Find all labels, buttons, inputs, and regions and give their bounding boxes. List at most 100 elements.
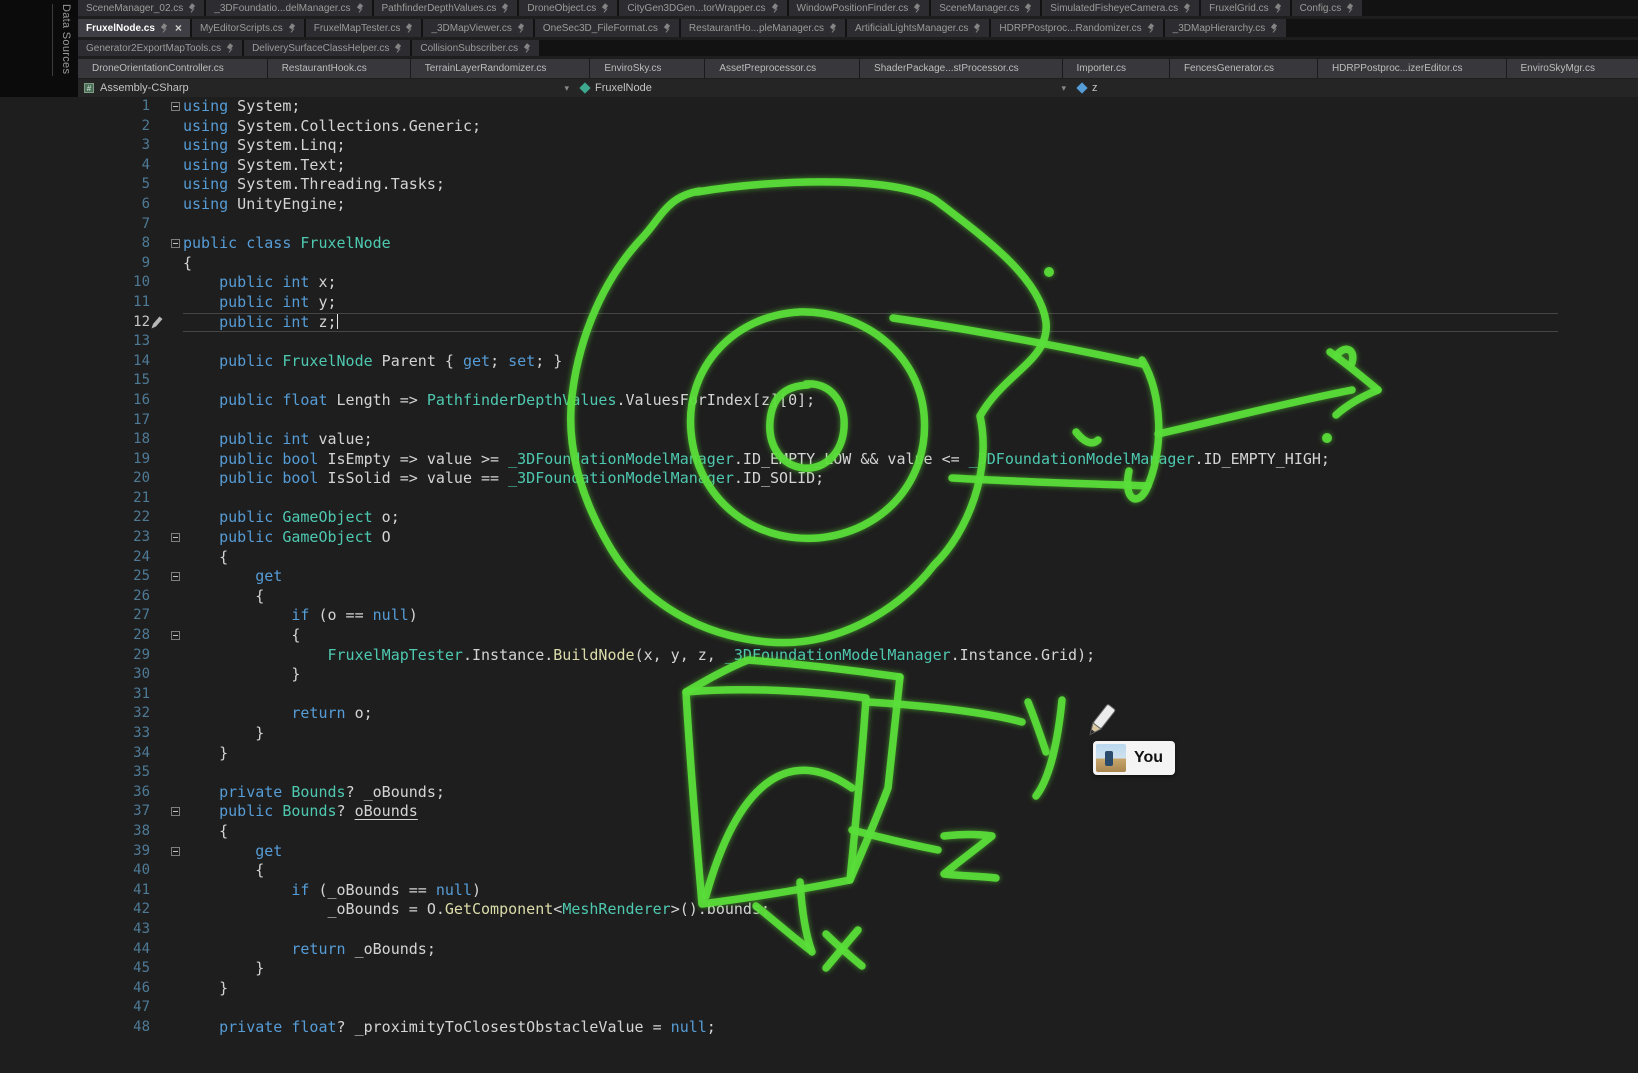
pin-icon[interactable]: [913, 4, 921, 13]
code-line-5[interactable]: 5using System.Threading.Tasks;: [0, 175, 1638, 195]
pin-icon[interactable]: [523, 44, 531, 53]
code-line-27[interactable]: 27 if (o == null): [0, 606, 1638, 626]
fold-gutter[interactable]: [150, 842, 183, 862]
fold-gutter[interactable]: [150, 626, 183, 646]
pin-icon[interactable]: [829, 24, 837, 33]
code-line-30[interactable]: 30 }: [0, 665, 1638, 685]
code-line-18[interactable]: 18 public int value;: [0, 430, 1638, 450]
pin-icon[interactable]: [394, 44, 402, 53]
pin-icon[interactable]: [356, 4, 364, 13]
tab-generator2exportmaptools-cs[interactable]: Generator2ExportMapTools.cs: [78, 40, 242, 56]
code-line-28[interactable]: 28 {: [0, 626, 1638, 646]
data-sources-tool-tab[interactable]: Data Sources: [52, 4, 72, 76]
code-line-40[interactable]: 40 {: [0, 861, 1638, 881]
pin-icon[interactable]: [771, 4, 779, 13]
tab-restaurantho-plemanager-cs[interactable]: RestaurantHo...pleManager.cs: [681, 19, 845, 37]
tab-artificiallightsmanager-cs[interactable]: ArtificialLightsManager.cs: [847, 19, 989, 37]
fold-collapse-icon[interactable]: [171, 533, 180, 542]
code-line-21[interactable]: 21: [0, 489, 1638, 509]
code-line-37[interactable]: 37 public Bounds? oBounds: [0, 802, 1638, 822]
tab-importer-cs[interactable]: Importer.cs: [1063, 59, 1169, 78]
code-line-14[interactable]: 14 public FruxelNode Parent { get; set; …: [0, 352, 1638, 372]
code-line-31[interactable]: 31: [0, 685, 1638, 705]
tab--3dfoundatio-delmanager-cs[interactable]: _3DFoundatio...delManager.cs: [206, 0, 371, 16]
chevron-down-icon[interactable]: ▾: [564, 83, 569, 94]
code-line-15[interactable]: 15: [0, 371, 1638, 391]
fold-gutter[interactable]: [150, 97, 183, 117]
code-line-29[interactable]: 29 FruxelMapTester.Instance.BuildNode(x,…: [0, 646, 1638, 666]
code-line-17[interactable]: 17: [0, 411, 1638, 431]
pin-icon[interactable]: [1147, 24, 1155, 33]
tab-windowpositionfinder-cs[interactable]: WindowPositionFinder.cs: [789, 0, 930, 16]
pin-icon[interactable]: [501, 4, 509, 13]
fold-collapse-icon[interactable]: [171, 847, 180, 856]
pin-icon[interactable]: [1346, 4, 1354, 13]
tab-pathfinderdepthvalues-cs[interactable]: PathfinderDepthValues.cs: [374, 0, 518, 16]
code-line-13[interactable]: 13: [0, 332, 1638, 352]
tab--3dmapviewer-cs[interactable]: _3DMapViewer.cs: [423, 19, 532, 37]
tab-scenemanager-cs[interactable]: SceneManager.cs: [931, 0, 1040, 16]
tab-deliverysurfaceclasshelper-cs[interactable]: DeliverySurfaceClassHelper.cs: [244, 40, 410, 56]
code-line-44[interactable]: 44 return _oBounds;: [0, 940, 1638, 960]
tab-citygen3dgen-torwrapper-cs[interactable]: CityGen3DGen...torWrapper.cs: [619, 0, 786, 16]
pin-icon[interactable]: [1024, 4, 1032, 13]
tab-collisionsubscriber-cs[interactable]: CollisionSubscriber.cs: [412, 40, 539, 56]
code-line-8[interactable]: 8public class FruxelNode: [0, 234, 1638, 254]
tab-fencesgenerator-cs[interactable]: FencesGenerator.cs: [1170, 59, 1317, 78]
type-dropdown[interactable]: FruxelNode ▾: [575, 79, 1072, 97]
pin-icon[interactable]: [663, 24, 671, 33]
code-line-32[interactable]: 32 return o;: [0, 704, 1638, 724]
code-line-6[interactable]: 6using UnityEngine;: [0, 195, 1638, 215]
code-line-7[interactable]: 7: [0, 215, 1638, 235]
code-line-42[interactable]: 42 _oBounds = O.GetComponent<MeshRendere…: [0, 900, 1638, 920]
fold-collapse-icon[interactable]: [171, 572, 180, 581]
code-line-22[interactable]: 22 public GameObject o;: [0, 508, 1638, 528]
fold-gutter[interactable]: [150, 528, 183, 548]
tab-terrainlayerrandomizer-cs[interactable]: TerrainLayerRandomizer.cs: [411, 59, 590, 78]
member-dropdown[interactable]: z: [1072, 79, 1638, 97]
tab-scenemanager-02-cs[interactable]: SceneManager_02.cs: [78, 0, 204, 16]
tab-droneobject-cs[interactable]: DroneObject.cs: [519, 0, 617, 16]
fold-collapse-icon[interactable]: [171, 807, 180, 816]
code-line-11[interactable]: 11 public int y;: [0, 293, 1638, 313]
fold-collapse-icon[interactable]: [171, 239, 180, 248]
code-line-3[interactable]: 3using System.Linq;: [0, 136, 1638, 156]
pin-icon[interactable]: [226, 44, 234, 53]
code-line-24[interactable]: 24 {: [0, 548, 1638, 568]
code-line-20[interactable]: 20 public bool IsSolid => value == _3DFo…: [0, 469, 1638, 489]
pin-icon[interactable]: [973, 24, 981, 33]
fold-gutter[interactable]: [150, 567, 183, 587]
tab-assetpreprocessor-cs[interactable]: AssetPreprocessor.cs: [705, 59, 859, 78]
tab-simulatedfisheyecamera-cs[interactable]: SimulatedFisheyeCamera.cs: [1042, 0, 1199, 16]
pin-icon[interactable]: [405, 24, 413, 33]
code-line-19[interactable]: 19 public bool IsEmpty => value >= _3DFo…: [0, 450, 1638, 470]
pin-icon[interactable]: [1274, 4, 1282, 13]
code-line-39[interactable]: 39 get: [0, 842, 1638, 862]
tab-enviroskymgr-cs[interactable]: EnviroSkyMgr.cs: [1507, 59, 1638, 78]
tab--3dmaphierarchy-cs[interactable]: _3DMapHierarchy.cs: [1165, 19, 1287, 37]
tab-fruxelgrid-cs[interactable]: FruxelGrid.cs: [1201, 0, 1289, 16]
tab-onesec3d-fileformat-cs[interactable]: OneSec3D_FileFormat.cs: [535, 19, 679, 37]
code-line-48[interactable]: 48 private float? _proximityToClosestObs…: [0, 1018, 1638, 1038]
code-editor[interactable]: 1using System;2using System.Collections.…: [0, 97, 1638, 1073]
pin-icon[interactable]: [160, 24, 168, 33]
tab-fruxelmaptester-cs[interactable]: FruxelMapTester.cs: [306, 19, 422, 37]
code-line-38[interactable]: 38 {: [0, 822, 1638, 842]
code-line-25[interactable]: 25 get: [0, 567, 1638, 587]
code-line-47[interactable]: 47: [0, 998, 1638, 1018]
tab-fruxelnode-cs[interactable]: FruxelNode.cs×: [78, 19, 190, 37]
code-line-16[interactable]: 16 public float Length => PathfinderDept…: [0, 391, 1638, 411]
code-line-2[interactable]: 2using System.Collections.Generic;: [0, 117, 1638, 137]
tab-droneorientationcontroller-cs[interactable]: DroneOrientationController.cs: [78, 59, 267, 78]
project-dropdown[interactable]: # Assembly-CSharp ▾: [78, 79, 575, 97]
code-line-23[interactable]: 23 public GameObject O: [0, 528, 1638, 548]
fold-gutter[interactable]: [150, 802, 183, 822]
pin-icon[interactable]: [1183, 4, 1191, 13]
pin-icon[interactable]: [1270, 24, 1278, 33]
code-line-46[interactable]: 46 }: [0, 979, 1638, 999]
code-line-41[interactable]: 41 if (_oBounds == null): [0, 881, 1638, 901]
fold-gutter[interactable]: [150, 234, 183, 254]
tab-envirosky-cs[interactable]: EnviroSky.cs: [590, 59, 704, 78]
code-line-26[interactable]: 26 {: [0, 587, 1638, 607]
fold-collapse-icon[interactable]: [171, 631, 180, 640]
